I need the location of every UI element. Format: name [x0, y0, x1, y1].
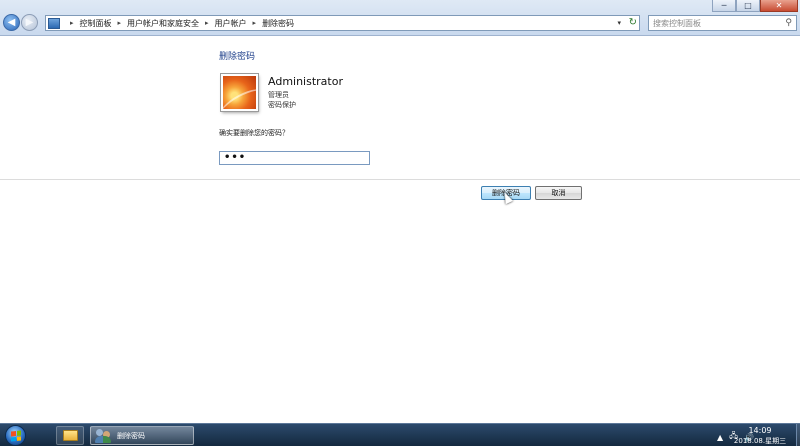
- arrow-left-icon: ◀: [7, 17, 16, 28]
- minimize-button[interactable]: ─: [712, 0, 736, 12]
- current-password-field[interactable]: •••: [219, 151, 370, 165]
- user-accounts-icon: [95, 428, 111, 443]
- window-controls: ─ □ ✕: [712, 0, 798, 12]
- breadcrumb-remove-password[interactable]: 删除密码: [262, 18, 294, 29]
- taskbar: 删除密码 ▲ 🖧 🔊 14:09 2018.08.星期三: [0, 423, 800, 446]
- forward-button[interactable]: ▶: [21, 14, 38, 31]
- control-panel-icon: [48, 17, 60, 29]
- close-button[interactable]: ✕: [760, 0, 798, 12]
- clock[interactable]: 14:09 2018.08.星期三: [725, 426, 795, 446]
- page-title: 删除密码: [219, 52, 256, 62]
- search-box[interactable]: ⚲: [648, 15, 797, 31]
- taskbar-item-remove-password[interactable]: 删除密码: [90, 426, 194, 445]
- breadcrumb-control-panel[interactable]: 控制面板: [80, 18, 112, 29]
- chevron-down-icon[interactable]: ▾: [617, 19, 621, 27]
- taskbar-item-label: 删除密码: [117, 431, 145, 440]
- clock-time: 14:09: [748, 426, 772, 435]
- divider: [0, 179, 800, 180]
- breadcrumb-user-accounts[interactable]: 用户帐户: [215, 18, 247, 29]
- arrow-right-icon: ▶: [25, 17, 34, 28]
- user-avatar: [221, 74, 258, 111]
- search-input[interactable]: [653, 18, 771, 28]
- clock-date: 2018.08.星期三: [733, 437, 787, 445]
- cancel-button[interactable]: 取消: [535, 186, 582, 200]
- back-button[interactable]: ◀: [3, 14, 20, 31]
- refresh-icon[interactable]: ↻: [629, 17, 637, 28]
- breadcrumb-separator[interactable]: ▸: [118, 19, 122, 27]
- breadcrumb-user-accounts-family-safety[interactable]: 用户帐户和家庭安全: [127, 18, 199, 29]
- explorer-toolbar: ─ □ ✕ ◀ ▶ ▸ 控制面板 ▸ 用户帐户和家庭安全 ▸ 用户帐户 ▸ 删除…: [0, 0, 800, 36]
- user-name: Administrator: [268, 75, 343, 88]
- maximize-button[interactable]: □: [736, 0, 760, 12]
- address-bar[interactable]: ▸ 控制面板 ▸ 用户帐户和家庭安全 ▸ 用户帐户 ▸ 删除密码 ▾ ↻: [45, 15, 640, 31]
- user-role: 管理员: [268, 91, 289, 99]
- show-desktop-button[interactable]: [796, 424, 800, 446]
- user-status: 密码保护: [268, 101, 296, 109]
- breadcrumb-separator[interactable]: ▸: [205, 19, 209, 27]
- search-icon[interactable]: ⚲: [785, 18, 792, 28]
- breadcrumb-separator[interactable]: ▸: [253, 19, 257, 27]
- windows-logo-icon: [10, 429, 21, 442]
- taskbar-explorer-button[interactable]: [56, 426, 84, 445]
- folder-icon: [62, 430, 78, 441]
- confirm-question: 确实要删除您的密码？: [219, 129, 289, 137]
- start-button[interactable]: [5, 425, 26, 446]
- tray-expand-icon[interactable]: ▲: [717, 433, 723, 442]
- breadcrumb-separator: ▸: [70, 19, 74, 27]
